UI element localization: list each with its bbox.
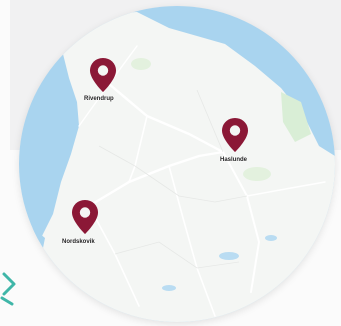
- western-bay: [19, 228, 45, 276]
- park-area: [243, 167, 271, 181]
- map-pin-icon: [72, 200, 98, 234]
- marker-label-nordskovik: Nordskovik: [62, 239, 95, 245]
- map-pin-icon: [222, 118, 248, 152]
- lake: [265, 235, 277, 241]
- marker-label-rivendrup: Rivendrup: [84, 96, 114, 102]
- lake: [162, 285, 176, 291]
- park-area: [131, 58, 151, 70]
- map-pin-haslunde[interactable]: [220, 116, 250, 154]
- map-pin-rivendrup[interactable]: [88, 56, 118, 94]
- circular-map[interactable]: [19, 6, 335, 322]
- map-pin-nordskovik[interactable]: [70, 198, 100, 236]
- map-pin-icon: [90, 58, 116, 92]
- map-card: Rivendrup Haslunde Nordskovik: [0, 0, 341, 326]
- teal-bracket-icon: [0, 268, 20, 308]
- marker-label-haslunde: Haslunde: [220, 157, 248, 163]
- lake: [219, 252, 239, 260]
- map-graphic: [19, 6, 335, 322]
